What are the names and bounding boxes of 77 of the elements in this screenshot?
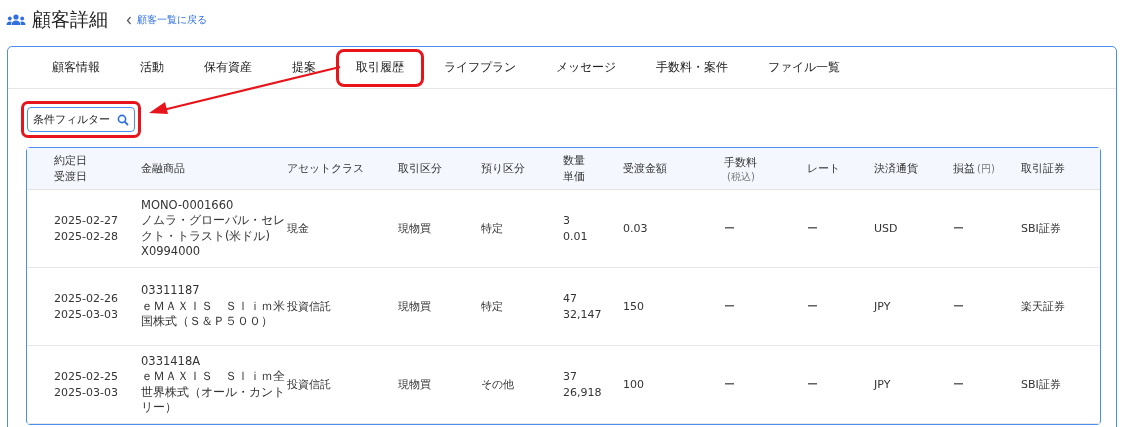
table-cell-text: 特定 [481, 298, 504, 315]
chevron-left-icon [126, 15, 132, 25]
table-cell-text: X0994000 [141, 244, 202, 260]
table-cell-text: 37 [563, 369, 578, 385]
table-cell-text: ー [807, 376, 819, 393]
table-cell-text: 0.03 [623, 220, 649, 237]
table-cell-text: USD [874, 220, 899, 237]
table-cell: ｅＭＡＸＩＳ Ｓｌｉｍ米国株式（Ｓ＆Ｐ５００） [141, 298, 285, 330]
table-cell-text: 特定 [481, 220, 504, 237]
tab[interactable]: 活動 [120, 48, 184, 87]
table-cell-text: 100 [623, 376, 645, 393]
tab[interactable]: ファイル一覧 [748, 48, 860, 87]
search-icon [117, 113, 129, 126]
table-cell-text: SBI証券 [1021, 220, 1062, 237]
column-header: 預り区分 [481, 160, 526, 177]
table-cell-text: 現物買 [398, 376, 432, 393]
tab[interactable]: 手数料・案件 [636, 48, 748, 87]
column-header: 金融商品 [141, 160, 186, 177]
table-cell-text: SBI証券 [1021, 376, 1062, 393]
table-cell-text: 2025-02-28 [54, 228, 119, 244]
table-cell-text: 0.01 [563, 228, 589, 244]
column-header: 単価 [563, 168, 586, 185]
table-cell-text: 150 [623, 298, 645, 315]
column-note: (税込) [726, 171, 756, 182]
table-cell-text: ー [807, 220, 819, 237]
table-cell-text: 現物買 [398, 220, 432, 237]
table-cell-text: 3 [563, 213, 571, 229]
table-cell-text: ー [953, 220, 965, 237]
table-cell-text: 2025-03-03 [54, 306, 119, 322]
table-cell-text: 2025-02-27 [54, 213, 119, 229]
table-cell-text: 現金 [287, 220, 310, 237]
column-header: レート [807, 160, 841, 177]
column-header: 決済通貨 [874, 160, 919, 177]
column-header: 取引証券 [1021, 160, 1066, 177]
column-header: 取引区分 [398, 160, 443, 177]
column-header: 数量 [563, 152, 586, 169]
table-cell-text: 2025-02-25 [54, 369, 119, 385]
tab[interactable]: ライフプラン [424, 48, 536, 87]
table-cell-text: 0331418A [141, 353, 202, 369]
table-cell-text: 2025-02-26 [54, 291, 119, 307]
column-header: 受渡日 [54, 168, 88, 185]
column-header: 受渡金額 [623, 160, 668, 177]
tab[interactable]: 取引履歴 [336, 48, 424, 87]
table-cell-text: 現物買 [398, 298, 432, 315]
table-cell-text: MONO-0001660 [141, 197, 235, 213]
table-cell: ｅＭＡＸＩＳ Ｓｌｉｍ全世界株式（オール・カントリー） [141, 369, 285, 416]
table-cell-text: ー [724, 376, 736, 393]
tab[interactable]: 提案 [272, 48, 336, 87]
column-header: 損益 [953, 160, 975, 177]
table-cell-text: 投資信託 [287, 376, 332, 393]
table-cell-text: 26,918 [563, 384, 603, 400]
table-cell-text: ー [953, 298, 965, 315]
page-title: 顧客詳細 [32, 7, 108, 32]
table-cell-text: その他 [481, 376, 515, 393]
table-cell-text: ー [953, 376, 965, 393]
tab[interactable]: メッセージ [536, 48, 636, 87]
back-link[interactable]: 顧客一覧に戻る [126, 13, 207, 27]
column-header: 約定日 [54, 152, 88, 169]
table-cell-text: 2025-03-03 [54, 384, 119, 400]
column-note: (円) [977, 161, 995, 176]
table-cell-text: ー [724, 298, 736, 315]
users-icon [6, 14, 26, 26]
table-cell-text: 32,147 [563, 306, 603, 322]
table-cell-text: JPY [874, 376, 892, 393]
tab[interactable]: 顧客情報 [32, 48, 120, 87]
table-cell: ノムラ・グローバル・セレクト・トラスト(米ドル) [141, 213, 285, 244]
column-header: アセットクラス [287, 160, 365, 177]
filter-button[interactable]: 条件フィルター [27, 107, 135, 132]
tab[interactable]: 保有資産 [184, 48, 272, 87]
table-cell-text: 投資信託 [287, 298, 332, 315]
table-cell-text: ー [724, 220, 736, 237]
table-cell-text: 03311187 [141, 283, 201, 299]
table-cell-text: 47 [563, 291, 578, 307]
table-cell-text: 楽天証券 [1021, 298, 1066, 315]
column-header: 手数料 [724, 155, 758, 171]
table-cell-text: ー [807, 298, 819, 315]
table-cell-text: JPY [874, 298, 892, 315]
